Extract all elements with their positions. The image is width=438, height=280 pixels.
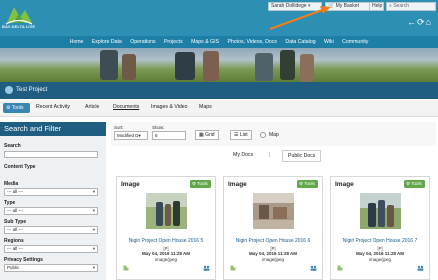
nav-item-wiki[interactable]: Wiki — [320, 36, 338, 48]
sort-bar: Sort: Modified D▾ Show: 6 ▦ Grid ☰ List … — [111, 122, 436, 146]
card-tools-button[interactable]: ⚙ Tools — [190, 180, 211, 188]
nav-item-explore-data[interactable]: Explore Data — [88, 36, 126, 48]
sort-label: Sort: — [114, 125, 124, 130]
card-title[interactable]: Nigiri Project Open House 2016 5 — [117, 238, 215, 244]
document-card[interactable]: Image ⚙ Tools Nigiri Project Open House … — [116, 176, 216, 280]
arrow-left-icon[interactable]: ← — [407, 17, 417, 27]
map-label: Map — [269, 132, 279, 138]
add-image-icon[interactable] — [337, 265, 343, 271]
project-bar: Test Project — [0, 82, 438, 99]
type-label: Type — [4, 200, 16, 206]
document-card[interactable]: Image ⚙ Tools Nigiri Project Open House … — [330, 176, 430, 280]
project-tabs: ⚙ Tools Recent Activity Article Document… — [0, 100, 438, 117]
privacy-settings-select[interactable]: Public — [4, 264, 98, 272]
doc-tab-separator: | — [269, 152, 271, 158]
sub-type-label: Sub Type — [4, 219, 27, 225]
nav-item-projects[interactable]: Projects — [160, 36, 187, 48]
regions-label: Regions — [4, 238, 24, 244]
tab-public-docs[interactable]: Public Docs — [282, 150, 322, 162]
search-label: Search — [4, 143, 21, 149]
sort-select[interactable]: Modified D▾ — [114, 131, 148, 140]
tab-maps[interactable]: Maps — [199, 104, 212, 110]
help-link[interactable]: Help — [369, 2, 384, 11]
share-group-icon[interactable] — [310, 265, 317, 271]
sidebar-search-input[interactable] — [4, 151, 98, 158]
basket-link[interactable]: 🛒 My Basket — [325, 2, 375, 11]
tab-images-video[interactable]: Images & Video — [151, 104, 188, 110]
nav-icon-group: ←⟳⌂ — [407, 17, 432, 28]
nav-item-home[interactable]: Home — [65, 36, 87, 48]
tab-recent-activity[interactable]: Recent Activity — [36, 104, 70, 110]
add-image-icon[interactable] — [123, 265, 129, 271]
search-box[interactable]: ⌕ Search — [386, 2, 436, 11]
document-card[interactable]: Image ⚙ Tools Nigiri Project Open House … — [223, 176, 323, 280]
card-date: May 04, 2016 11:28 AM — [141, 251, 191, 256]
regions-select[interactable]: --- all --- — [4, 245, 98, 253]
basket-label: My Basket — [335, 3, 359, 9]
tools-button[interactable]: ⚙ Tools — [3, 103, 30, 113]
media-select[interactable]: --- all --- — [4, 188, 98, 196]
card-type: Image — [228, 181, 247, 188]
card-thumbnail[interactable] — [360, 193, 401, 229]
card-tools-button[interactable]: ⚙ Tools — [297, 180, 318, 188]
card-title[interactable]: Nigiri Project Open House 2016 7 — [331, 238, 429, 244]
show-label: Show: — [152, 125, 165, 130]
tab-documents[interactable]: Documents — [113, 104, 139, 110]
grid-view-button[interactable]: ▦ Grid — [195, 130, 219, 140]
media-label: Media — [4, 181, 19, 187]
privacy-settings-label: Privacy Settings — [4, 257, 43, 263]
map-view-radio[interactable] — [260, 132, 266, 138]
gear-icon: ⚙ — [192, 181, 197, 186]
project-title: Test Project — [16, 87, 48, 93]
user-menu[interactable]: Sarah Dollidege ▾ — [268, 2, 322, 11]
card-type: Image — [121, 181, 140, 188]
nav-item-community[interactable]: Community — [338, 36, 373, 48]
tab-my-docs[interactable]: My Docs — [228, 150, 258, 160]
basket-icon: 🛒 — [328, 3, 335, 9]
content-type-label: Content Type — [4, 164, 36, 170]
logo-text: BAY-DELTA LIVE — [2, 24, 36, 29]
top-bar: BAY-DELTA LIVE Sarah Dollidege ▾ 🛒 My Ba… — [0, 0, 438, 36]
card-title[interactable]: Nigiri Project Open House 2016 6 — [224, 238, 322, 244]
sub-type-select[interactable]: --- all --- — [4, 226, 98, 234]
card-mime-type: image/jpeg — [154, 257, 177, 262]
card-thumbnail[interactable] — [146, 193, 187, 229]
list-icon: ☰ — [234, 132, 239, 138]
card-type: Image — [335, 181, 354, 188]
type-select[interactable]: --- all --- — [4, 207, 98, 215]
share-group-icon[interactable] — [417, 265, 424, 271]
grid-icon: ▦ — [199, 132, 204, 138]
card-date: May 04, 2016 11:28 AM — [248, 251, 298, 256]
search-icon: ⌕ — [389, 3, 392, 9]
nav-item-data-catalog[interactable]: Data Catalog — [281, 36, 320, 48]
nav-item-operations[interactable]: Operations — [126, 36, 160, 48]
gear-icon: ⚙ — [406, 181, 411, 186]
home-icon[interactable]: ⌂ — [426, 17, 432, 27]
add-image-icon[interactable] — [230, 265, 236, 271]
search-input[interactable]: Search — [393, 3, 409, 9]
share-group-icon[interactable] — [203, 265, 210, 271]
chevron-down-icon: ▾ — [307, 3, 311, 9]
hero-banner — [0, 48, 438, 82]
nav-item-photos-videos-docs[interactable]: Photos, Videos, Docs — [223, 36, 281, 48]
tab-article[interactable]: Article — [85, 104, 99, 110]
search-filter-panel: Search and Filter Search Content Type Me… — [0, 122, 106, 280]
site-logo[interactable] — [4, 3, 34, 25]
card-mime-type: image/jpeg — [368, 257, 391, 262]
chevron-down-icon: ▾ — [138, 133, 141, 138]
project-icon — [5, 86, 13, 94]
card-date: May 04, 2016 11:28 AM — [355, 251, 405, 256]
show-select[interactable]: 6 — [152, 131, 186, 140]
user-name: Sarah Dollidege — [271, 3, 307, 9]
refresh-icon[interactable]: ⟳ — [417, 17, 426, 27]
list-view-button[interactable]: ☰ List — [230, 130, 252, 140]
card-tools-button[interactable]: ⚙ Tools — [404, 180, 425, 188]
sidebar-title: Search and Filter — [0, 122, 106, 136]
gear-icon: ⚙ — [299, 181, 304, 186]
main-nav: Home Explore Data Operations Projects Ma… — [0, 36, 438, 48]
nav-item-maps-gis[interactable]: Maps & GIS — [187, 36, 223, 48]
card-mime-type: image/jpeg — [261, 257, 284, 262]
card-thumbnail[interactable] — [253, 193, 294, 229]
gear-icon: ⚙ — [6, 105, 11, 111]
